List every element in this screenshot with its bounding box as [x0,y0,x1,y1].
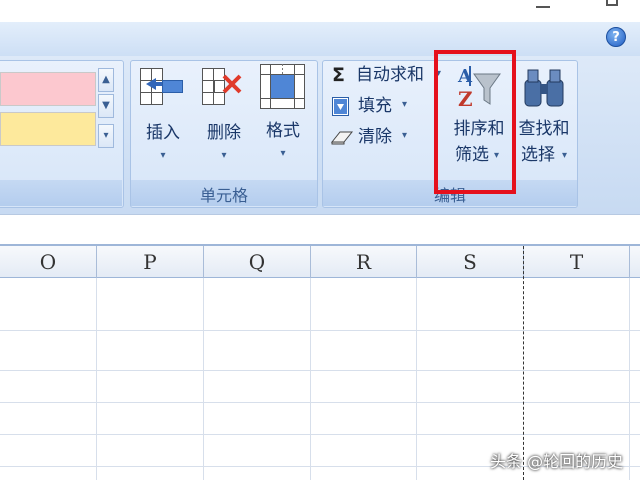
column-header-row: O P Q R S T [0,244,640,278]
gallery-scroll-up-button[interactable]: ▲ [98,68,114,92]
cell-style-swatch-yellow[interactable] [0,112,96,146]
watermark: 头条 @轮回的历史 [490,452,624,471]
column-header-o[interactable]: O [0,246,97,278]
find-select-label-line2: 选择 [521,145,555,165]
insert-cells-icon [140,68,183,105]
find-select-button[interactable]: 查找和 选择 ▾ [514,62,576,174]
delete-button[interactable]: 删除 ▾ [200,64,248,176]
chevron-down-icon: ▾ [280,148,286,159]
delete-cells-icon [202,68,242,105]
column-header-q[interactable]: Q [204,246,311,278]
cell-style-swatch-pink[interactable] [0,72,96,106]
fill-label: 填充 [358,96,392,116]
chevron-down-icon: ▾ [562,150,568,161]
clear-label: 清除 [358,127,392,147]
restore-icon[interactable] [606,0,618,6]
column-header-p[interactable]: P [97,246,204,278]
highlight-box [434,50,516,194]
autosum-label: 自动求和 [356,65,424,85]
insert-label: 插入 [146,123,180,143]
delete-label: 删除 [207,123,241,143]
styles-group-footer [0,180,122,206]
grid-line [310,278,311,480]
chevron-down-icon: ▾ [160,150,166,161]
format-button[interactable]: 格式 ▾ [258,64,308,176]
grid-line [96,278,97,480]
column-header-t[interactable]: T [524,246,630,278]
sigma-icon: Σ [332,64,345,86]
binoculars-icon [524,69,564,107]
find-select-label-line1: 查找和 [518,119,570,139]
format-label: 格式 [266,121,300,141]
fill-down-icon [332,97,349,116]
clear-button[interactable]: 清除 ▾ [330,126,420,150]
chevron-down-icon: ▾ [221,150,227,161]
grid-line [416,278,417,480]
insert-button[interactable]: 插入 ▾ [140,64,188,176]
cells-group-label: 单元格 [199,186,248,205]
column-header-r[interactable]: R [311,246,417,278]
fill-button[interactable]: 填充 ▾ [330,95,420,119]
grid-line [203,278,204,480]
minimize-icon[interactable] [536,0,550,8]
chevron-down-icon: ▾ [402,130,408,141]
formula-bar-area [0,214,640,243]
grid-line [0,330,640,331]
gallery-scroll-down-button[interactable]: ▼ [98,94,114,118]
autosum-button[interactable]: Σ 自动求和 ▾ [330,64,448,88]
grid-line [629,278,630,480]
gallery-more-button[interactable]: ▾ [98,124,114,148]
column-header-s[interactable]: S [417,246,524,278]
grid-line [0,434,640,435]
page-break-line [523,246,524,480]
grid-line [0,402,640,403]
chevron-down-icon: ▾ [402,99,408,110]
help-icon[interactable]: ? [606,27,626,47]
format-cells-icon [260,64,305,109]
eraser-icon [330,131,354,145]
ribbon-tab-strip [0,22,640,56]
grid-line [0,370,640,371]
